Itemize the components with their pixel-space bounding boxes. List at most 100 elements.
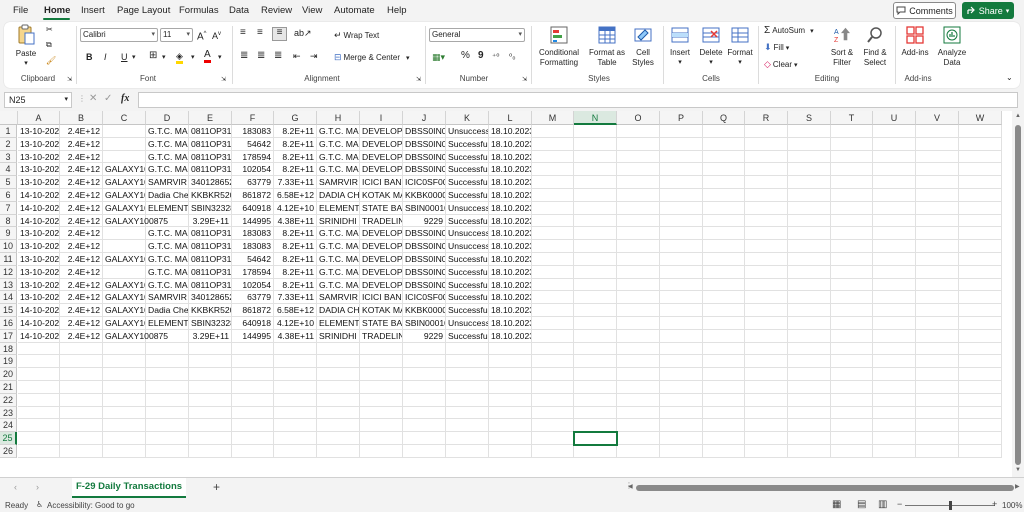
formula-input[interactable]: [138, 92, 1018, 108]
cell-s16[interactable]: [788, 317, 831, 330]
cell-r7[interactable]: [745, 201, 788, 215]
cell-g3[interactable]: 8.2E+11: [274, 150, 317, 164]
row-header[interactable]: 20: [0, 368, 17, 381]
scroll-down-icon[interactable]: ▼: [1015, 467, 1021, 473]
cell-e22[interactable]: [189, 393, 232, 407]
cell-r3[interactable]: [745, 150, 788, 164]
cell-n2[interactable]: [574, 137, 617, 151]
cell-h2[interactable]: G.T.C. MA: [317, 137, 360, 151]
cell-k24[interactable]: [446, 419, 489, 433]
cell-b18[interactable]: [60, 342, 103, 356]
cell-l20[interactable]: [489, 368, 532, 381]
cell-q15[interactable]: [703, 304, 745, 317]
column-header-b[interactable]: B: [60, 111, 103, 125]
cell-u2[interactable]: [873, 137, 916, 151]
column-header-l[interactable]: L: [489, 111, 532, 125]
cell-m14[interactable]: [532, 291, 574, 305]
cell-p18[interactable]: [660, 342, 703, 356]
chevron-down-icon[interactable]: ▾: [162, 53, 166, 63]
cell-t18[interactable]: [831, 342, 873, 356]
cell-i26[interactable]: [360, 445, 403, 458]
cell-j6[interactable]: KKBK0000: [403, 189, 446, 202]
cell-n3[interactable]: [574, 150, 617, 164]
cell-v24[interactable]: [916, 419, 959, 433]
cell-p5[interactable]: [660, 176, 703, 189]
cell-m13[interactable]: [532, 278, 574, 292]
column-header-o[interactable]: O: [617, 111, 660, 125]
cell-u25[interactable]: [873, 432, 916, 445]
cell-q11[interactable]: [703, 253, 745, 266]
cell-t14[interactable]: [831, 291, 873, 305]
row-header[interactable]: 3: [0, 150, 17, 164]
cell-f3[interactable]: 178594: [232, 150, 274, 164]
cell-j12[interactable]: DBSS0IN0: [403, 265, 446, 279]
cell-n18[interactable]: [574, 342, 617, 356]
cell-j13[interactable]: DBSS0IN0: [403, 278, 446, 292]
column-header-g[interactable]: G: [274, 111, 317, 125]
cell-m5[interactable]: [532, 176, 574, 189]
cell-w1[interactable]: [959, 125, 1002, 138]
cell-k25[interactable]: [446, 432, 489, 445]
cell-o13[interactable]: [617, 278, 660, 292]
cell-g1[interactable]: 8.2E+11: [274, 125, 317, 138]
cell-s12[interactable]: [788, 265, 831, 279]
cell-k21[interactable]: [446, 381, 489, 394]
conditional-formatting-button[interactable]: Conditional Formatting: [536, 25, 582, 68]
cell-l1[interactable]: 18.10.2023: [489, 125, 532, 138]
cell-p24[interactable]: [660, 419, 703, 433]
cell-k14[interactable]: Successful: [446, 291, 489, 305]
cell-d3[interactable]: G.T.C. MA: [146, 150, 189, 164]
cell-m9[interactable]: [532, 227, 574, 241]
cell-i3[interactable]: DEVELOPM: [360, 150, 403, 164]
cell-h4[interactable]: G.T.C. MA: [317, 163, 360, 177]
cell-o5[interactable]: [617, 176, 660, 189]
cell-w6[interactable]: [959, 189, 1002, 202]
cell-o23[interactable]: [617, 406, 660, 420]
cell-s23[interactable]: [788, 406, 831, 420]
normal-view-icon[interactable]: ▦: [832, 499, 841, 510]
cell-f5[interactable]: 63779: [232, 176, 274, 189]
cell-g12[interactable]: 8.2E+11: [274, 265, 317, 279]
cell-w23[interactable]: [959, 406, 1002, 420]
cell-d10[interactable]: G.T.C. MA: [146, 240, 189, 253]
cell-q8[interactable]: [703, 214, 745, 228]
cell-e23[interactable]: [189, 406, 232, 420]
cell-m15[interactable]: [532, 304, 574, 317]
cell-n23[interactable]: [574, 406, 617, 420]
font-size-combo[interactable]: 11 ▾: [160, 28, 193, 42]
row-header[interactable]: 1: [0, 125, 17, 138]
cell-p14[interactable]: [660, 291, 703, 305]
cell-c21[interactable]: [103, 381, 146, 394]
cell-f18[interactable]: [232, 342, 274, 356]
cell-k8[interactable]: Successful: [446, 214, 489, 228]
cell-h9[interactable]: G.T.C. MA: [317, 227, 360, 241]
cell-h19[interactable]: [317, 355, 360, 369]
scroll-left-icon[interactable]: ◀: [628, 483, 633, 490]
cell-n5[interactable]: [574, 176, 617, 189]
tab-view[interactable]: View: [302, 5, 322, 16]
cell-i10[interactable]: DEVELOPM: [360, 240, 403, 253]
cell-j7[interactable]: SBIN00010: [403, 201, 446, 215]
column-header-t[interactable]: T: [831, 111, 873, 125]
align-top-icon[interactable]: ≡: [240, 28, 246, 38]
cell-v23[interactable]: [916, 406, 959, 420]
cell-m23[interactable]: [532, 406, 574, 420]
cell-l17[interactable]: 18.10.2023: [489, 329, 532, 343]
cell-p22[interactable]: [660, 393, 703, 407]
cell-d16[interactable]: ELEMENT: [146, 317, 189, 330]
cell-v4[interactable]: [916, 163, 959, 177]
cell-p17[interactable]: [660, 329, 703, 343]
cell-b17[interactable]: 2.4E+12: [60, 329, 103, 343]
cell-w8[interactable]: [959, 214, 1002, 228]
cell-o17[interactable]: [617, 329, 660, 343]
cell-j21[interactable]: [403, 381, 446, 394]
cell-j23[interactable]: [403, 406, 446, 420]
cell-e16[interactable]: SBIN32328: [189, 317, 232, 330]
cell-c17[interactable]: GALAXY100875: [103, 329, 168, 343]
cell-b4[interactable]: 2.4E+12: [60, 163, 103, 177]
tab-insert[interactable]: Insert: [81, 5, 105, 16]
decrease-indent-icon[interactable]: ⇤: [293, 51, 301, 61]
cell-a13[interactable]: 13-10-202: [18, 278, 60, 292]
cell-p15[interactable]: [660, 304, 703, 317]
align-center-icon[interactable]: ≣: [257, 51, 265, 61]
